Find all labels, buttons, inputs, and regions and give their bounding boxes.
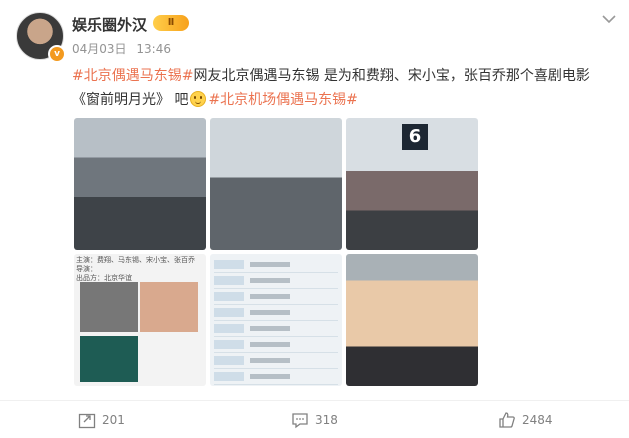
post-meta: 04月03日 13:46 <box>72 40 171 57</box>
comment-icon <box>292 413 308 429</box>
post-time: 13:46 <box>136 42 171 56</box>
repost-icon <box>78 413 96 429</box>
document-row <box>214 354 338 369</box>
document-row <box>214 370 338 385</box>
verified-badge: v <box>48 45 66 63</box>
poster-line: 主演：费翔、马东锡、宋小宝、张百乔 <box>76 256 195 264</box>
poster-line: 导演： <box>76 265 97 273</box>
photo-selfie[interactable] <box>346 254 478 386</box>
action-bar: 201 318 2484 <box>0 400 629 438</box>
poster-photo <box>80 336 138 382</box>
poster-photo <box>80 282 138 332</box>
photo-airport-2[interactable] <box>210 118 342 250</box>
document-row <box>214 274 338 289</box>
document-row <box>214 290 338 305</box>
chevron-down-icon[interactable] <box>600 10 618 28</box>
like-count: 2484 <box>522 413 553 427</box>
photo-grid: 6 主演：费翔、马东锡、宋小宝、张百乔 导演： 出品方：北京华谊 <box>74 118 478 389</box>
document-row <box>214 322 338 337</box>
poster-caption: 主演：费翔、马东锡、宋小宝、张百乔 导演： 出品方：北京华谊 <box>76 256 195 283</box>
document-row <box>214 306 338 321</box>
hashtag-link[interactable]: #北京机场偶遇马东锡# <box>208 92 357 108</box>
post-text: #北京偶遇马东锡#网友北京偶遇马东锡 是为和费翔、宋小宝，张百乔那个喜剧电影《窗… <box>72 64 612 112</box>
like-icon <box>499 412 515 428</box>
poster-photo <box>140 282 198 332</box>
hashtag-link[interactable]: #北京偶遇马东锡# <box>72 68 193 84</box>
comment-count: 318 <box>315 413 338 427</box>
photo-registration-document[interactable] <box>210 254 342 386</box>
username[interactable]: 娱乐圈外汉 <box>72 14 147 35</box>
document-row <box>214 258 338 273</box>
photo-airport-gate[interactable]: 6 <box>346 118 478 250</box>
photo-airport-1[interactable] <box>74 118 206 250</box>
document-row <box>214 338 338 353</box>
user-level-badge: Ⅱ <box>153 15 189 31</box>
post-date: 04月03日 <box>72 42 127 56</box>
gate-number: 6 <box>402 124 428 150</box>
smile-emoji-icon <box>190 91 207 107</box>
photo-movie-poster[interactable]: 主演：费翔、马东锡、宋小宝、张百乔 导演： 出品方：北京华谊 <box>74 254 206 386</box>
repost-count: 201 <box>102 413 125 427</box>
